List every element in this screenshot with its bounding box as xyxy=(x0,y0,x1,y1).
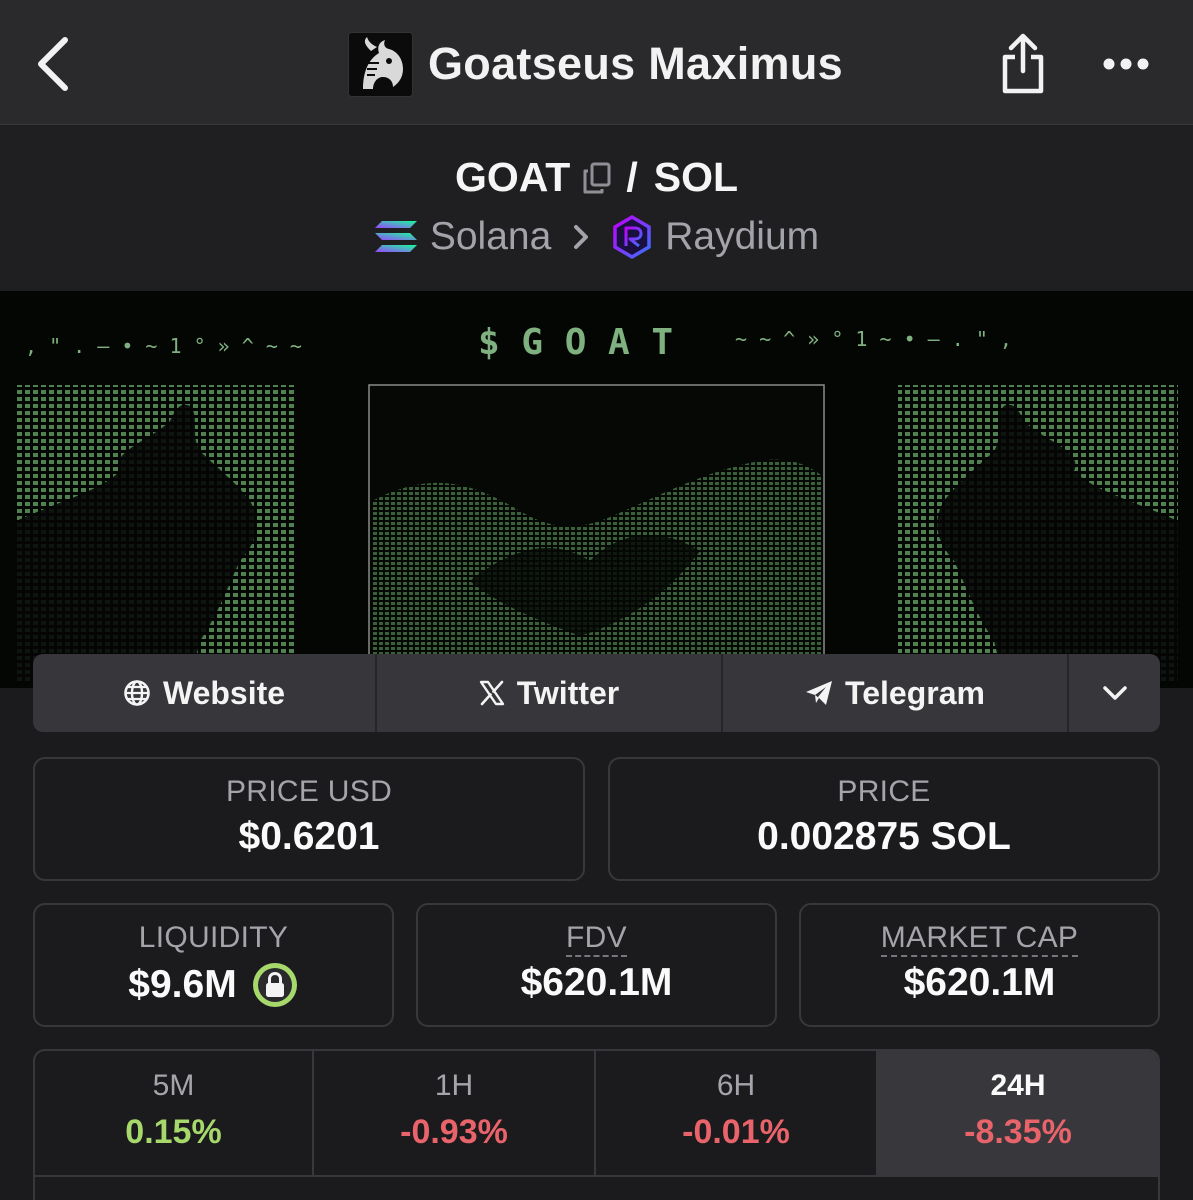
banner-right-glyphs: ~ ~ ^ » ° 1 ~ • — . " , xyxy=(735,327,1012,351)
price-change-value: -0.93% xyxy=(400,1113,508,1151)
price-usd-label: PRICE USD xyxy=(225,775,393,808)
quote-token-symbol: SOL xyxy=(653,154,739,200)
market-cap-value: $620.1M xyxy=(903,961,1056,1004)
x-logo-icon xyxy=(479,680,505,706)
chevron-left-icon xyxy=(35,36,71,92)
chevron-right-icon xyxy=(573,224,589,250)
base-token-symbol: GOAT xyxy=(454,154,571,200)
pair-name: GOAT / SOL xyxy=(0,154,1193,201)
back-button[interactable] xyxy=(28,34,78,94)
token-logo xyxy=(348,31,413,97)
liquidity-label: LIQUIDITY xyxy=(138,921,289,954)
chevron-down-icon xyxy=(1102,685,1128,701)
liquidity-value-row: $9.6M xyxy=(35,961,392,1009)
header-title-group: Goatseus Maximus xyxy=(348,31,843,97)
liquidity-value: $9.6M xyxy=(128,963,237,1006)
dex-link[interactable]: Raydium xyxy=(665,215,819,259)
share-button[interactable] xyxy=(995,30,1051,98)
telegram-label: Telegram xyxy=(845,674,985,711)
more-horizontal-icon xyxy=(1102,57,1150,71)
tab-label: 5M xyxy=(152,1069,195,1102)
pair-header: GOAT / SOL Solana Raydium xyxy=(0,126,1193,291)
twitter-button[interactable]: Twitter xyxy=(377,654,723,732)
top-navigation-bar: Goatseus Maximus xyxy=(0,0,1193,125)
market-cap-label-wrap: MARKET CAP xyxy=(801,921,1158,957)
price-native-card: PRICE 0.002875 SOL xyxy=(608,757,1160,881)
token-banner-image: , " . — • ~ 1 ° » ^ ~ ~ ~ ~ ^ » ° 1 ~ • … xyxy=(0,291,1193,688)
telegram-button[interactable]: Telegram xyxy=(723,654,1069,732)
price-usd-card: PRICE USD $0.6201 xyxy=(33,757,585,881)
solana-icon xyxy=(374,219,418,255)
social-links-bar: Website Twitter Telegram xyxy=(33,654,1160,732)
price-change-value: -0.01% xyxy=(682,1113,790,1151)
tab-label: 24H xyxy=(990,1069,1046,1102)
more-options-button[interactable] xyxy=(1095,40,1157,88)
chain-dex-breadcrumb: Solana Raydium xyxy=(0,214,1193,260)
banner-headline: $ G O A T xyxy=(478,322,673,363)
tab-5m[interactable]: 5M 0.15% xyxy=(35,1051,314,1177)
fdv-value: $620.1M xyxy=(520,961,673,1004)
market-cap-card: MARKET CAP $620.1M xyxy=(799,903,1160,1027)
globe-icon xyxy=(123,679,151,707)
tab-6h[interactable]: 6H -0.01% xyxy=(596,1051,878,1177)
market-cap-label[interactable]: MARKET CAP xyxy=(880,921,1079,957)
banner-left-glyphs: , " . — • ~ 1 ° » ^ ~ ~ xyxy=(25,334,302,358)
tab-1h[interactable]: 1H -0.93% xyxy=(314,1051,596,1177)
page-title: Goatseus Maximus xyxy=(428,38,843,89)
pair-separator: / xyxy=(626,154,638,200)
price-native-value: 0.002875 SOL xyxy=(757,815,1011,858)
raydium-icon xyxy=(611,214,653,260)
liquidity-lock-icon[interactable] xyxy=(251,961,299,1009)
price-change-value: 0.15% xyxy=(125,1113,222,1151)
telegram-icon xyxy=(805,680,833,706)
tab-label: 1H xyxy=(434,1069,474,1102)
fdv-label-wrap: FDV xyxy=(418,921,775,957)
fdv-label[interactable]: FDV xyxy=(566,921,627,957)
share-icon xyxy=(1000,33,1046,95)
fdv-card: FDV $620.1M xyxy=(416,903,777,1027)
chain-link[interactable]: Solana xyxy=(430,215,551,259)
price-change-tabs: 5M 0.15% 1H -0.93% 6H -0.01% 24H -8.35% xyxy=(33,1049,1160,1200)
copy-address-icon[interactable] xyxy=(582,161,612,195)
website-label: Website xyxy=(162,674,286,711)
twitter-label: Twitter xyxy=(516,674,620,711)
tab-24h[interactable]: 24H -8.35% xyxy=(878,1051,1158,1177)
liquidity-card: LIQUIDITY $9.6M xyxy=(33,903,394,1027)
tab-label: 6H xyxy=(716,1069,756,1102)
website-button[interactable]: Website xyxy=(33,654,377,732)
price-change-value: -8.35% xyxy=(964,1113,1072,1151)
price-usd-value: $0.6201 xyxy=(238,815,380,858)
price-native-label: PRICE xyxy=(837,775,931,808)
more-links-button[interactable] xyxy=(1069,654,1160,732)
